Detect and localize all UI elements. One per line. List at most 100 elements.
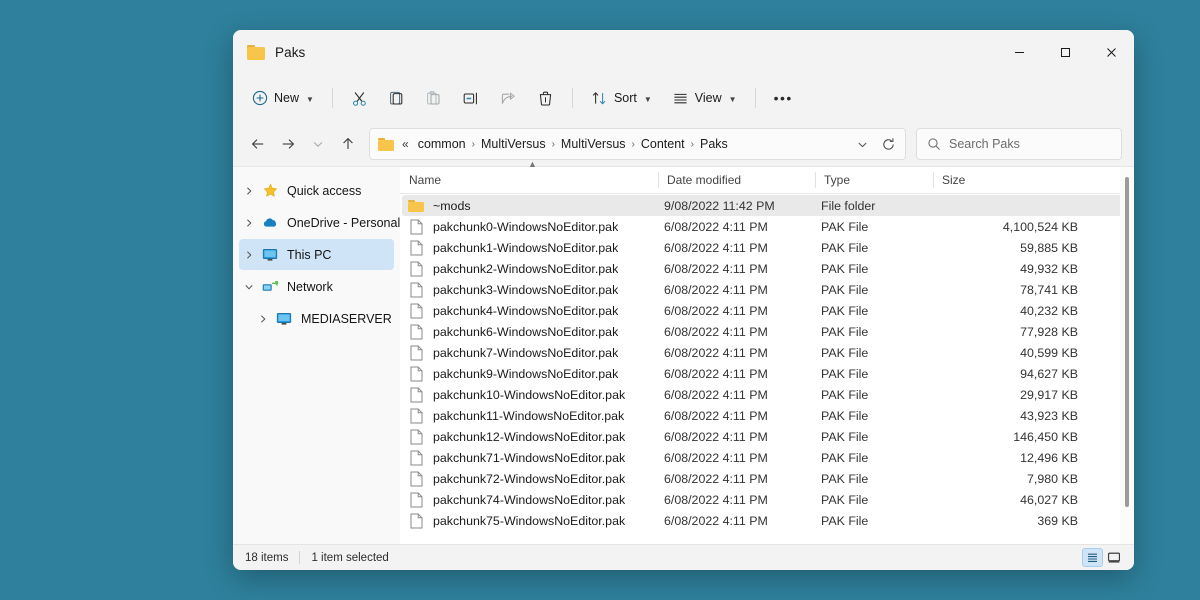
delete-button[interactable] xyxy=(528,82,563,114)
table-row[interactable]: pakchunk2-WindowsNoEditor.pak6/08/2022 4… xyxy=(402,258,1128,279)
ellipsis-icon: ••• xyxy=(774,90,793,106)
column-header-type[interactable]: Type xyxy=(815,167,933,193)
breadcrumb-item-content[interactable]: Content xyxy=(636,134,690,154)
network-icon xyxy=(259,280,281,294)
copy-button[interactable] xyxy=(379,82,414,114)
table-row[interactable]: pakchunk72-WindowsNoEditor.pak6/08/2022 … xyxy=(402,468,1128,489)
details-view-button[interactable] xyxy=(1082,548,1103,567)
file-icon xyxy=(407,261,425,277)
forward-button[interactable] xyxy=(273,129,303,159)
folder-icon xyxy=(378,138,394,151)
cell-name: pakchunk0-WindowsNoEditor.pak xyxy=(402,219,664,235)
breadcrumb-item-common[interactable]: common xyxy=(413,134,471,154)
table-row[interactable]: pakchunk4-WindowsNoEditor.pak6/08/2022 4… xyxy=(402,300,1128,321)
table-row[interactable]: pakchunk74-WindowsNoEditor.pak6/08/2022 … xyxy=(402,489,1128,510)
file-name: pakchunk72-WindowsNoEditor.pak xyxy=(433,472,625,486)
window-controls xyxy=(996,30,1134,74)
paste-icon xyxy=(425,90,442,107)
file-icon xyxy=(407,366,425,382)
chevron-right-icon[interactable] xyxy=(239,186,259,196)
chevron-right-icon[interactable] xyxy=(239,250,259,260)
sidebar-item-label: Network xyxy=(287,280,333,294)
chevron-right-icon[interactable] xyxy=(253,314,273,324)
chevron-down-icon: ▼ xyxy=(306,95,314,104)
minimize-button[interactable] xyxy=(996,30,1042,74)
table-row[interactable]: pakchunk7-WindowsNoEditor.pak6/08/2022 4… xyxy=(402,342,1128,363)
close-button[interactable] xyxy=(1088,30,1134,74)
file-icon xyxy=(407,240,425,256)
address-dropdown-button[interactable] xyxy=(849,131,875,157)
vertical-scrollbar[interactable] xyxy=(1120,167,1134,544)
file-icon xyxy=(407,408,425,424)
recent-locations-button[interactable] xyxy=(303,129,333,159)
view-button[interactable]: View ▼ xyxy=(663,82,746,114)
table-row[interactable]: pakchunk6-WindowsNoEditor.pak6/08/2022 4… xyxy=(402,321,1128,342)
share-button[interactable] xyxy=(491,82,526,114)
large-icons-view-button[interactable] xyxy=(1103,548,1124,567)
table-row[interactable]: pakchunk1-WindowsNoEditor.pak6/08/2022 4… xyxy=(402,237,1128,258)
cell-size: 7,980 KB xyxy=(939,472,1128,486)
sidebar-item-network[interactable]: Network xyxy=(239,271,394,302)
sort-button-label: Sort xyxy=(614,91,637,105)
table-row[interactable]: pakchunk9-WindowsNoEditor.pak6/08/2022 4… xyxy=(402,363,1128,384)
monitor-icon xyxy=(273,312,295,326)
back-button[interactable] xyxy=(243,129,273,159)
plus-circle-icon xyxy=(252,90,268,106)
table-row[interactable]: ~mods9/08/2022 11:42 PMFile folder xyxy=(402,195,1128,216)
folder-icon xyxy=(247,45,265,60)
chevron-down-icon[interactable] xyxy=(239,282,259,292)
file-icon xyxy=(407,345,425,361)
refresh-button[interactable] xyxy=(875,131,901,157)
table-row[interactable]: pakchunk75-WindowsNoEditor.pak6/08/2022 … xyxy=(402,510,1128,531)
cell-name: pakchunk75-WindowsNoEditor.pak xyxy=(402,513,664,529)
cut-icon xyxy=(351,90,368,107)
table-row[interactable]: pakchunk11-WindowsNoEditor.pak6/08/2022 … xyxy=(402,405,1128,426)
cell-size: 40,599 KB xyxy=(939,346,1128,360)
maximize-button[interactable] xyxy=(1042,30,1088,74)
window-title: Paks xyxy=(275,45,305,60)
table-row[interactable]: pakchunk3-WindowsNoEditor.pak6/08/2022 4… xyxy=(402,279,1128,300)
cell-type: File folder xyxy=(821,199,939,213)
file-list-pane: Name ▲ Date modified Type Size ~mods9/08… xyxy=(400,167,1134,544)
column-header-date-modified[interactable]: Date modified xyxy=(658,167,815,193)
window-content: Quick access OneDrive - Personal xyxy=(233,166,1134,544)
column-header-size[interactable]: Size xyxy=(933,167,1134,193)
toolbar-divider xyxy=(332,88,333,108)
sidebar-item-this-pc[interactable]: This PC xyxy=(239,239,394,270)
file-icon xyxy=(407,450,425,466)
sidebar-item-onedrive[interactable]: OneDrive - Personal xyxy=(239,207,394,238)
file-name: pakchunk4-WindowsNoEditor.pak xyxy=(433,304,618,318)
file-icon xyxy=(407,513,425,529)
breadcrumb-item-multiversus-2[interactable]: MultiVersus xyxy=(556,134,631,154)
chevron-down-icon xyxy=(311,137,325,151)
table-row[interactable]: pakchunk12-WindowsNoEditor.pak6/08/2022 … xyxy=(402,426,1128,447)
sidebar-item-quick-access[interactable]: Quick access xyxy=(239,175,394,206)
column-header-label: Date modified xyxy=(667,173,741,187)
table-row[interactable]: pakchunk0-WindowsNoEditor.pak6/08/2022 4… xyxy=(402,216,1128,237)
rename-button[interactable] xyxy=(453,82,489,114)
refresh-icon xyxy=(881,137,896,152)
up-button[interactable] xyxy=(333,129,363,159)
new-button[interactable]: New ▼ xyxy=(245,82,323,114)
sidebar-item-mediaserver[interactable]: MEDIASERVER xyxy=(253,303,394,334)
cell-date-modified: 6/08/2022 4:11 PM xyxy=(664,430,821,444)
see-more-button[interactable]: ••• xyxy=(765,82,802,114)
file-name: pakchunk0-WindowsNoEditor.pak xyxy=(433,220,618,234)
breadcrumb-item-multiversus-1[interactable]: MultiVersus xyxy=(476,134,551,154)
breadcrumb-overflow[interactable]: « xyxy=(401,137,413,151)
scrollbar-thumb[interactable] xyxy=(1125,177,1129,507)
paste-button[interactable] xyxy=(416,82,451,114)
share-icon xyxy=(500,90,517,107)
search-input[interactable]: Search Paks xyxy=(916,128,1122,160)
table-row[interactable]: pakchunk10-WindowsNoEditor.pak6/08/2022 … xyxy=(402,384,1128,405)
column-header-name[interactable]: Name ▲ xyxy=(400,167,658,193)
breadcrumb-item-paks[interactable]: Paks xyxy=(695,134,733,154)
address-bar[interactable]: « common › MultiVersus › MultiVersus › C… xyxy=(369,128,906,160)
cell-type: PAK File xyxy=(821,262,939,276)
cut-button[interactable] xyxy=(342,82,377,114)
cloud-icon xyxy=(259,216,281,229)
sidebar-item-label: OneDrive - Personal xyxy=(287,216,400,230)
chevron-right-icon[interactable] xyxy=(239,218,259,228)
table-row[interactable]: pakchunk71-WindowsNoEditor.pak6/08/2022 … xyxy=(402,447,1128,468)
sort-button[interactable]: Sort ▼ xyxy=(582,82,661,114)
